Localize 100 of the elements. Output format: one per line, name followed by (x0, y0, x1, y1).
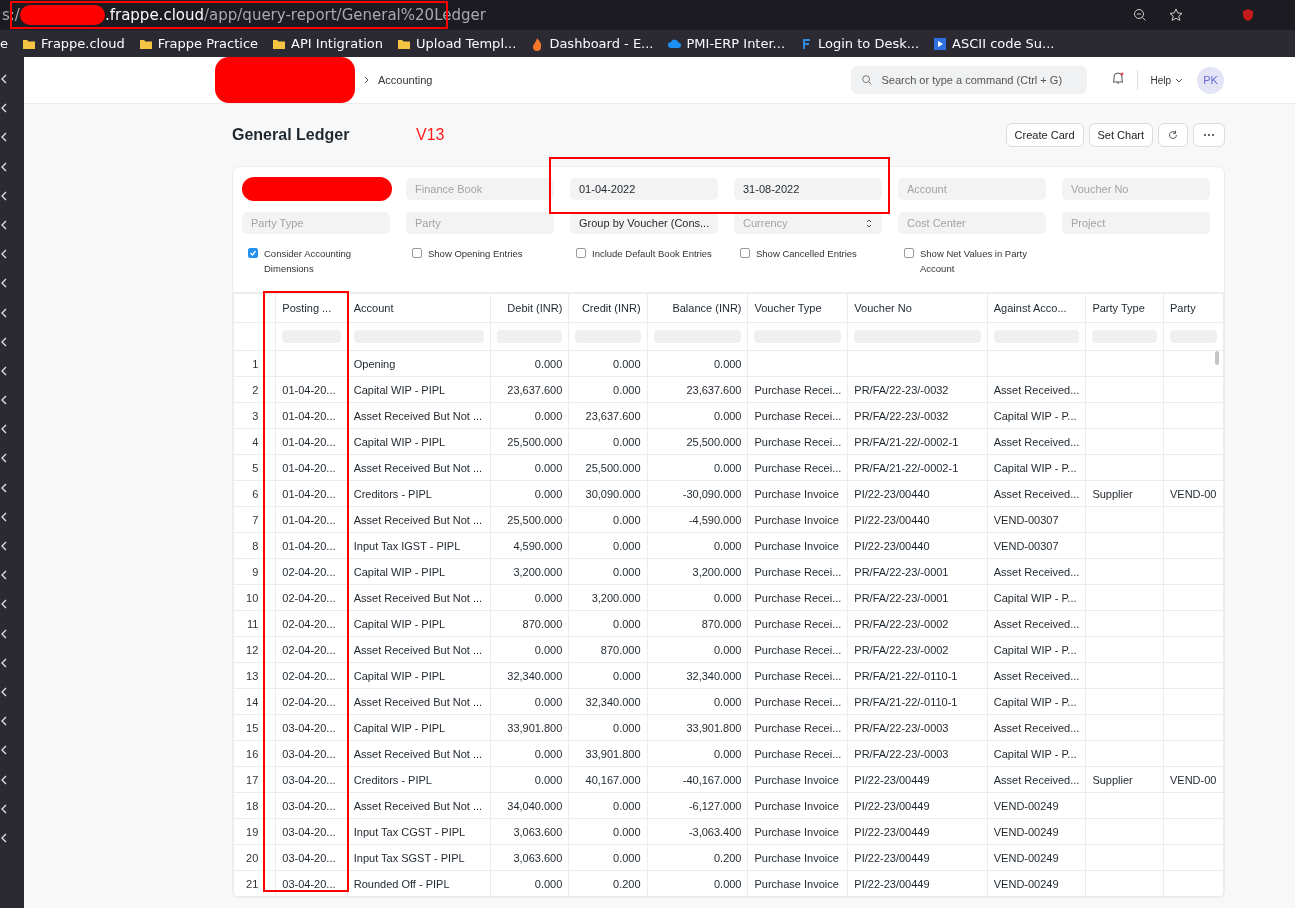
row-number: 17 (233, 766, 276, 793)
bookmark[interactable]: Frappe.cloud (14, 36, 131, 51)
chevron-icon (0, 656, 7, 669)
bookmark[interactable]: Upload Templ... (389, 36, 523, 51)
user-avatar[interactable]: PK (1197, 66, 1224, 94)
table-cell: 0.000 (490, 402, 569, 429)
table-cell: 0.000 (647, 688, 748, 715)
table-cell: VEND-00249 (987, 818, 1086, 845)
table-cell: 870.000 (647, 610, 748, 637)
table-cell: Purchase Recei... (748, 740, 848, 767)
checkbox[interactable] (412, 248, 422, 258)
help-menu[interactable]: Help (1150, 74, 1183, 86)
table-cell: Purchase Recei... (748, 662, 848, 689)
table-cell: Capital WIP - PIPL (347, 662, 491, 689)
search-field[interactable]: Search or type a command (Ctrl + G) (851, 66, 1088, 94)
filter-field[interactable]: 31-08-2022 (734, 178, 882, 200)
table-cell: PI/22-23/00440 (847, 480, 988, 507)
filter-field[interactable]: Cost Center (898, 212, 1046, 234)
table-cell: 0.000 (647, 584, 748, 611)
table-cell: Capital WIP - PIPL (347, 610, 491, 637)
row-number: 2 (233, 376, 276, 403)
table-cell: PR/FA/21-22/-0110-1 (847, 688, 988, 715)
table-cell: PR/FA/22-23/-0001 (847, 558, 988, 585)
row-number: 13 (233, 662, 276, 689)
filter-field[interactable]: Party Type (242, 212, 390, 234)
table-cell: PI/22-23/00449 (847, 818, 988, 845)
chevron-icon (0, 715, 7, 728)
table-cell: Supplier (1085, 480, 1164, 507)
table-cell: Asset Received... (987, 558, 1086, 585)
checkbox[interactable] (904, 248, 914, 258)
table-cell: Supplier (1085, 766, 1164, 793)
table-cell: 870.000 (490, 610, 569, 637)
bookmark[interactable]: ASCII code Su... (925, 36, 1061, 51)
table-cell: VEND-00 (1163, 480, 1224, 507)
column-header[interactable]: Party Type (1085, 293, 1164, 323)
checkbox[interactable] (740, 248, 750, 258)
filter-field[interactable]: Voucher No (1062, 178, 1210, 200)
column-header[interactable]: Party (1163, 293, 1224, 323)
table-cell: 0.000 (490, 688, 569, 715)
column-header[interactable]: Credit (INR) (568, 293, 648, 323)
row-number: 16 (233, 740, 276, 767)
table-cell: 0.200 (568, 870, 648, 897)
column-header[interactable]: Balance (INR) (647, 293, 748, 323)
row-number: 18 (233, 792, 276, 819)
checkbox[interactable] (248, 248, 258, 258)
more-button[interactable] (1193, 123, 1225, 147)
breadcrumb-link[interactable]: Accounting (378, 74, 433, 86)
table-cell: Purchase Recei... (748, 610, 848, 637)
checkbox[interactable] (576, 248, 586, 258)
column-header[interactable]: Debit (INR) (490, 293, 569, 323)
shield-icon (1241, 8, 1255, 22)
table-cell: Creditors - PIPL (347, 766, 491, 793)
bookmark[interactable]: API Intigration (264, 36, 390, 51)
action-button[interactable]: Create Card (1005, 123, 1084, 147)
row-number: 11 (233, 610, 276, 637)
table-cell: PI/22-23/00440 (847, 532, 988, 559)
row-number: 9 (233, 558, 276, 585)
action-button[interactable]: Set Chart (1088, 123, 1153, 147)
table-cell: PR/FA/22-23/-0032 (847, 376, 988, 403)
table-cell: Asset Received But Not ... (347, 454, 491, 481)
bookmark[interactable]: e (0, 36, 14, 51)
table-cell: 0.000 (647, 740, 748, 767)
bookmark[interactable]: Dashboard - E... (522, 36, 660, 51)
chevron-icon (0, 364, 7, 377)
column-header[interactable]: Posting ... (275, 293, 348, 323)
table-cell: 33,901.800 (647, 714, 748, 741)
table-cell: 32,340.000 (490, 662, 569, 689)
row-number: 14 (233, 688, 276, 715)
table-cell: PI/22-23/00449 (847, 844, 988, 871)
table-cell: PI/22-23/00449 (847, 766, 988, 793)
table-cell: 4,590.000 (490, 532, 569, 559)
checkbox-label: Show Net Values in Party Account (920, 247, 1028, 276)
column-header[interactable]: Against Acco... (987, 293, 1086, 323)
filter-field[interactable]: Project (1062, 212, 1210, 234)
table-cell: PI/22-23/00449 (847, 870, 988, 897)
table-cell: -3,063.400 (647, 818, 748, 845)
table-cell: Purchase Recei... (748, 584, 848, 611)
column-header[interactable]: Account (347, 293, 491, 323)
refresh-button[interactable] (1158, 123, 1188, 147)
bookmark[interactable]: Login to Desk... (791, 36, 926, 51)
table-cell: Asset Received But Not ... (347, 792, 491, 819)
chevron-icon (0, 744, 7, 757)
column-header[interactable]: Voucher No (847, 293, 988, 323)
column-header[interactable]: Voucher Type (748, 293, 848, 323)
table-cell: 23,637.600 (568, 402, 648, 429)
filter-select[interactable]: Group by Voucher (Cons... (570, 212, 718, 234)
table-cell: 0.000 (568, 818, 648, 845)
filter-field[interactable]: Account (898, 178, 1046, 200)
scrollbar-thumb[interactable] (1215, 351, 1219, 365)
filter-field[interactable]: 01-04-2022 (570, 178, 718, 200)
table-cell: Purchase Recei... (748, 454, 848, 481)
table-cell: 3,063.600 (490, 844, 569, 871)
chevron-icon (0, 627, 7, 640)
bookmark[interactable]: PMI-ERP Inter... (659, 36, 791, 51)
filter-field[interactable]: Finance Book (406, 178, 554, 200)
chevron-icon (0, 685, 7, 698)
filter-field[interactable]: Party (406, 212, 554, 234)
chevron-right-icon (363, 76, 370, 84)
bookmark[interactable]: Frappe Practice (130, 36, 265, 51)
table-cell: Input Tax IGST - PIPL (347, 532, 491, 559)
